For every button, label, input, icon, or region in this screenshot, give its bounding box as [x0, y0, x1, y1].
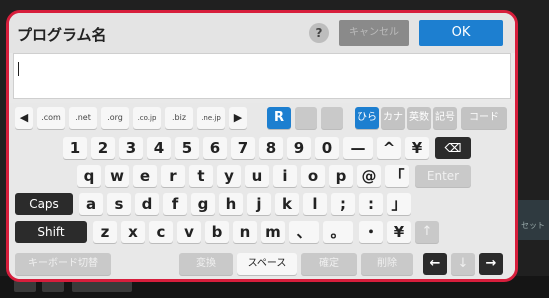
key-x[interactable]: x — [121, 221, 145, 243]
key-t[interactable]: t — [189, 165, 213, 187]
cancel-button[interactable]: キャンセル — [339, 20, 409, 46]
scroll-right-key[interactable]: ▶ — [229, 107, 247, 129]
key-i[interactable]: i — [273, 165, 297, 187]
key-3[interactable]: 3 — [119, 137, 143, 159]
cursor-up-key[interactable]: ↑ — [415, 221, 439, 243]
key-5[interactable]: 5 — [175, 137, 199, 159]
domain-key-nejp[interactable]: .ne.jp — [197, 107, 225, 129]
confirm-key[interactable]: 確定 — [301, 253, 357, 275]
key-at[interactable]: @ — [357, 165, 381, 187]
background-panel-label: セット — [521, 221, 545, 230]
mode-symbol[interactable]: 記号 — [433, 107, 457, 129]
key-p[interactable]: p — [329, 165, 353, 187]
key-semicolon[interactable]: ; — [331, 193, 355, 215]
key-a[interactable]: a — [79, 193, 103, 215]
mode-alphanumeric[interactable]: 英数 — [407, 107, 431, 129]
key-g[interactable]: g — [191, 193, 215, 215]
domain-key-net[interactable]: .net — [69, 107, 97, 129]
key-c[interactable]: c — [149, 221, 173, 243]
blank-key[interactable] — [321, 107, 343, 129]
key-e[interactable]: e — [133, 165, 157, 187]
key-u[interactable]: u — [245, 165, 269, 187]
convert-key[interactable]: 変換 — [179, 253, 233, 275]
blank-key[interactable] — [295, 107, 317, 129]
key-close-bracket[interactable]: 」 — [387, 193, 411, 215]
domain-key-com[interactable]: .com — [37, 107, 65, 129]
key-b[interactable]: b — [205, 221, 229, 243]
dialog-title: プログラム名 — [17, 26, 107, 44]
scroll-left-key[interactable]: ◀ — [15, 107, 33, 129]
key-s[interactable]: s — [107, 193, 131, 215]
key-colon[interactable]: : — [359, 193, 383, 215]
key-j[interactable]: j — [247, 193, 271, 215]
domain-key-cojp[interactable]: .co.jp — [133, 107, 161, 129]
keyboard-switch-key[interactable]: キーボード切替 — [15, 253, 111, 275]
key-period-jp[interactable]: 。 — [323, 221, 353, 243]
program-name-input[interactable] — [13, 53, 511, 99]
key-dash[interactable]: — — [343, 137, 373, 159]
delete-key[interactable]: 削除 — [361, 253, 413, 275]
key-yen[interactable]: ¥ — [405, 137, 429, 159]
key-w[interactable]: w — [105, 165, 129, 187]
key-h[interactable]: h — [219, 193, 243, 215]
key-y[interactable]: y — [217, 165, 241, 187]
key-yen-2[interactable]: ¥ — [387, 221, 411, 243]
domain-key-org[interactable]: .org — [101, 107, 129, 129]
space-key[interactable]: スペース — [237, 253, 297, 275]
key-comma-jp[interactable]: 、 — [289, 221, 319, 243]
cursor-right-key[interactable]: → — [479, 253, 503, 275]
key-n[interactable]: n — [233, 221, 257, 243]
key-1[interactable]: 1 — [63, 137, 87, 159]
key-middle-dot[interactable]: ・ — [359, 221, 383, 243]
text-caret — [18, 62, 19, 76]
key-4[interactable]: 4 — [147, 137, 171, 159]
enter-key[interactable]: Enter — [415, 165, 471, 187]
help-button[interactable]: ? — [309, 23, 329, 43]
key-9[interactable]: 9 — [287, 137, 311, 159]
key-d[interactable]: d — [135, 193, 159, 215]
key-l[interactable]: l — [303, 193, 327, 215]
cursor-down-key[interactable]: ↓ — [451, 253, 475, 275]
dialog-header: プログラム名 ? キャンセル OK — [9, 13, 515, 53]
ok-button[interactable]: OK — [419, 20, 503, 46]
key-q[interactable]: q — [77, 165, 101, 187]
key-0[interactable]: 0 — [315, 137, 339, 159]
key-v[interactable]: v — [177, 221, 201, 243]
key-z[interactable]: z — [93, 221, 117, 243]
software-keyboard: ◀ .com .net .org .co.jp .biz .ne.jp ▶ R … — [9, 103, 515, 279]
shift-key[interactable]: Shift — [15, 221, 87, 243]
key-7[interactable]: 7 — [231, 137, 255, 159]
backspace-key[interactable]: ⌫ — [435, 137, 471, 159]
key-m[interactable]: m — [261, 221, 285, 243]
key-8[interactable]: 8 — [259, 137, 283, 159]
key-r[interactable]: r — [161, 165, 185, 187]
mode-code[interactable]: コード — [461, 107, 507, 129]
cursor-left-key[interactable]: ← — [423, 253, 447, 275]
key-caret[interactable]: ^ — [377, 137, 401, 159]
domain-key-biz[interactable]: .biz — [165, 107, 193, 129]
key-f[interactable]: f — [163, 193, 187, 215]
program-name-dialog: プログラム名 ? キャンセル OK ◀ .com .net .org .co.j… — [6, 10, 518, 282]
key-2[interactable]: 2 — [91, 137, 115, 159]
caps-key[interactable]: Caps — [15, 193, 73, 215]
mode-hiragana[interactable]: ひら — [355, 107, 379, 129]
key-k[interactable]: k — [275, 193, 299, 215]
key-o[interactable]: o — [301, 165, 325, 187]
mode-katakana[interactable]: カナ — [381, 107, 405, 129]
key-open-bracket[interactable]: 「 — [385, 165, 409, 187]
r-key[interactable]: R — [267, 107, 291, 129]
key-6[interactable]: 6 — [203, 137, 227, 159]
